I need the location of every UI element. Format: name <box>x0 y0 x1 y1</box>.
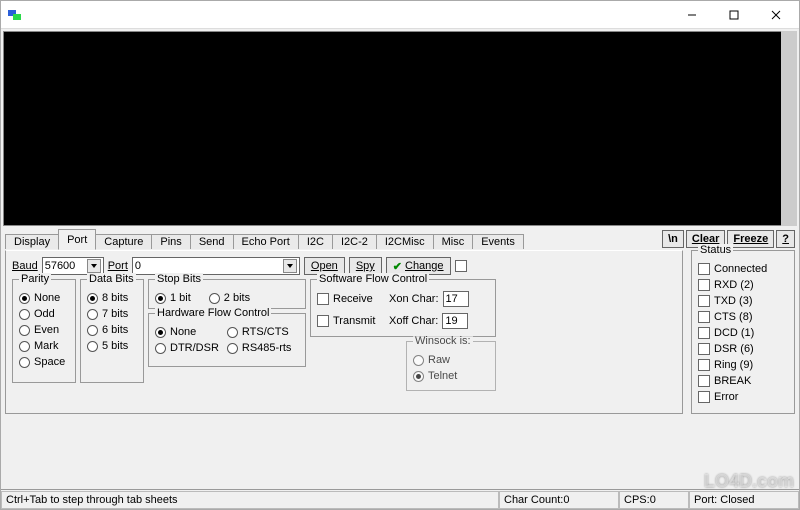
hwflow-group: Hardware Flow Control None DTR/DSR RTS/C… <box>148 313 306 367</box>
status-error: Error <box>698 389 790 405</box>
statusbar-cps: CPS:0 <box>619 491 689 509</box>
databits-group: Data Bits 8 bits 7 bits 6 bits 5 bits <box>80 279 144 383</box>
app-window: Display Port Capture Pins Send Echo Port… <box>0 0 800 510</box>
port-label: Port <box>108 260 128 272</box>
help-button[interactable]: ? <box>776 230 795 248</box>
chevron-down-icon <box>87 259 101 273</box>
statusbar: Ctrl+Tab to step through tab sheets Char… <box>1 489 799 509</box>
baud-label: Baud <box>12 260 38 272</box>
port-panel: Baud 57600 Port 0 Open Spy ✔Change Parit… <box>5 250 683 414</box>
change-checkbox[interactable] <box>455 260 467 272</box>
status-break: BREAK <box>698 373 790 389</box>
status-dcd: DCD (1) <box>698 325 790 341</box>
parity-odd[interactable]: Odd <box>19 306 69 322</box>
swflow-receive-check[interactable] <box>317 293 329 305</box>
terminal-output[interactable] <box>3 31 783 226</box>
terminal-scrollbar[interactable] <box>781 31 797 226</box>
tab-pins[interactable]: Pins <box>151 234 190 249</box>
status-connected: Connected <box>698 261 790 277</box>
swflow-group: Software Flow Control Receive Xon Char: … <box>310 279 496 337</box>
tab-i2c[interactable]: I2C <box>298 234 333 249</box>
status-rxd: RXD (2) <box>698 277 790 293</box>
databits-6[interactable]: 6 bits <box>87 322 137 338</box>
tab-events[interactable]: Events <box>472 234 524 249</box>
hwflow-rtscts[interactable]: RTS/CTS <box>227 324 292 340</box>
status-ring: Ring (9) <box>698 357 790 373</box>
tab-display[interactable]: Display <box>5 234 59 249</box>
tab-i2c-2[interactable]: I2C-2 <box>332 234 377 249</box>
newline-button[interactable]: \n <box>662 230 684 248</box>
tab-i2cmisc[interactable]: I2CMisc <box>376 234 434 249</box>
status-txd: TXD (3) <box>698 293 790 309</box>
xon-char-input[interactable]: 17 <box>443 291 469 307</box>
check-icon: ✔ <box>393 260 402 273</box>
close-button[interactable] <box>755 2 797 28</box>
tab-send[interactable]: Send <box>190 234 234 249</box>
hwflow-rs485[interactable]: RS485-rts <box>227 340 292 356</box>
titlebar <box>1 1 799 29</box>
hwflow-none[interactable]: None <box>155 324 219 340</box>
tab-echo-port[interactable]: Echo Port <box>233 234 299 249</box>
tab-capture[interactable]: Capture <box>95 234 152 249</box>
chevron-down-icon <box>283 259 297 273</box>
winsock-group: Winsock is: Raw Telnet <box>406 341 496 391</box>
statusbar-charcount: Char Count:0 <box>499 491 619 509</box>
tab-misc[interactable]: Misc <box>433 234 474 249</box>
status-group: Status Connected RXD (2) TXD (3) CTS (8)… <box>691 250 795 414</box>
databits-5[interactable]: 5 bits <box>87 338 137 354</box>
maximize-button[interactable] <box>713 2 755 28</box>
swflow-transmit-check[interactable] <box>317 315 329 327</box>
stopbits-group: Stop Bits 1 bit 2 bits <box>148 279 306 309</box>
parity-mark[interactable]: Mark <box>19 338 69 354</box>
winsock-raw[interactable]: Raw <box>413 352 489 368</box>
freeze-button[interactable]: Freeze <box>727 230 774 248</box>
parity-even[interactable]: Even <box>19 322 69 338</box>
stopbits-2[interactable]: 2 bits <box>209 290 250 306</box>
databits-7[interactable]: 7 bits <box>87 306 137 322</box>
parity-space[interactable]: Space <box>19 354 69 370</box>
status-dsr: DSR (6) <box>698 341 790 357</box>
status-cts: CTS (8) <box>698 309 790 325</box>
minimize-button[interactable] <box>671 2 713 28</box>
xoff-char-input[interactable]: 19 <box>442 313 468 329</box>
winsock-telnet[interactable]: Telnet <box>413 368 489 384</box>
statusbar-hint: Ctrl+Tab to step through tab sheets <box>1 491 499 509</box>
statusbar-port: Port: Closed <box>689 491 799 509</box>
app-icon <box>7 7 23 23</box>
hwflow-dtrdsr[interactable]: DTR/DSR <box>155 340 219 356</box>
stopbits-1[interactable]: 1 bit <box>155 290 191 306</box>
tab-port[interactable]: Port <box>58 229 96 250</box>
tab-strip: Display Port Capture Pins Send Echo Port… <box>1 228 799 250</box>
parity-group: Parity None Odd Even Mark Space <box>12 279 76 383</box>
parity-none[interactable]: None <box>19 290 69 306</box>
databits-8[interactable]: 8 bits <box>87 290 137 306</box>
